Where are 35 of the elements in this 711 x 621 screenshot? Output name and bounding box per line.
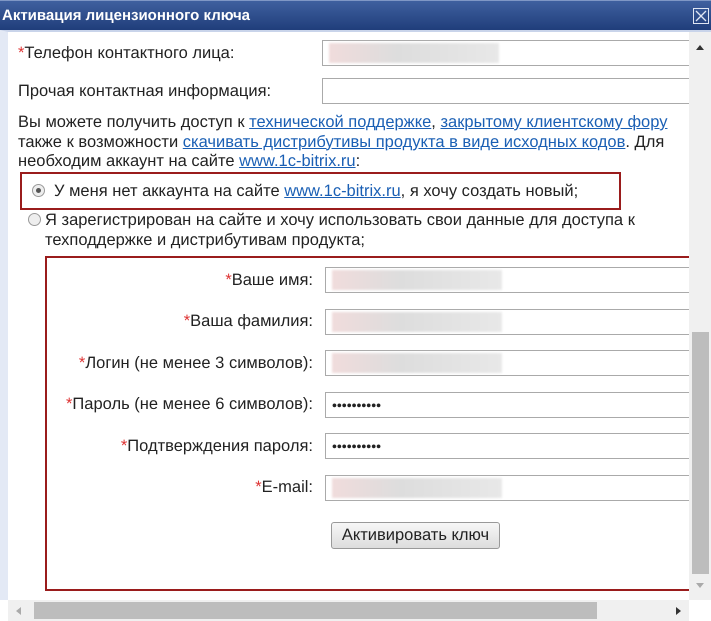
input-field[interactable] — [325, 267, 689, 294]
close-icon[interactable] — [693, 8, 709, 24]
link[interactable]: www.1c-bitrix.ru — [284, 182, 401, 200]
field-label: *E-mail: — [254, 478, 314, 498]
password-field[interactable]: •••••••••• — [325, 392, 689, 418]
input-field[interactable] — [325, 350, 689, 376]
input-field[interactable] — [322, 40, 689, 66]
field-label: *Телефон контактного лица: — [18, 44, 236, 62]
field-label: *Ваша фамилия: — [182, 312, 314, 332]
field-label: *Логин (не менее 3 символов): — [78, 354, 314, 373]
input-field[interactable] — [322, 78, 689, 104]
activate-button[interactable]: Активировать ключ — [330, 522, 500, 548]
scroll-thumb[interactable] — [692, 332, 708, 574]
scroll-thumb[interactable] — [34, 602, 597, 619]
password-field[interactable]: •••••••••• — [325, 433, 689, 460]
info-text: Вы можете получить доступ к технической поддержке, закрытому клиентскому фору — [18, 113, 668, 132]
input-field[interactable] — [325, 474, 689, 501]
link[interactable]: закрытому клиентскому фору — [440, 113, 668, 131]
vertical-scrollbar[interactable] — [689, 32, 711, 600]
info-text: необходим аккаунт на сайте www.1c-bitrix.ru: — [18, 152, 362, 172]
radio-button[interactable] — [28, 212, 41, 226]
input-field[interactable] — [325, 308, 689, 335]
link[interactable]: скачивать дистрибутивы продукта в виде исходных кодов — [182, 132, 626, 150]
link[interactable]: технической поддержке — [249, 113, 432, 131]
option-label: Я зарегистрирован на сайте и хочу использовать свои данные для доступа к техподдержке и дистрибутивам продукта; — [45, 210, 636, 250]
field-label: *Подтверждения пароля: — [120, 436, 314, 456]
field-label: *Пароль (не менее 6 символов): — [65, 395, 314, 414]
horizontal-scrollbar[interactable] — [8, 600, 689, 621]
window-title: Активация лицензионного ключа — [2, 7, 250, 24]
option-label: У меня нет аккаунта на сайте www.1c-bitrix.ru, я хочу создать новый; — [54, 180, 578, 200]
info-text: также к возможности скачивать дистрибутивы продукта в виде исходных кодов. Для — [18, 132, 666, 152]
radio-button[interactable] — [32, 184, 45, 197]
field-label: *Ваше имя: — [224, 270, 314, 290]
field-label: Прочая контактная информация: — [18, 82, 272, 100]
link[interactable]: www.1c-bitrix.ru — [239, 152, 356, 170]
